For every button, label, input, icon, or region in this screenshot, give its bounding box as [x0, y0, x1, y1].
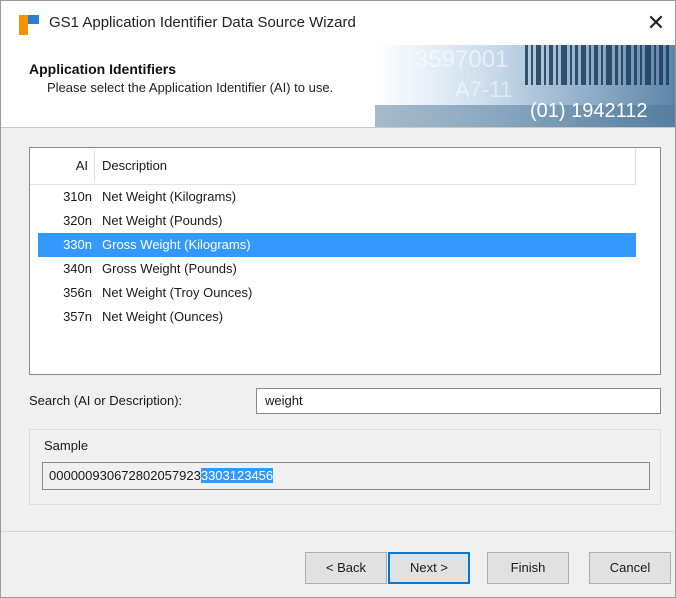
column-divider-end[interactable] [635, 148, 636, 184]
banner-number-2: A7-11 [455, 77, 512, 102]
list-item[interactable]: 356n Net Weight (Troy Ounces) [38, 281, 636, 305]
sample-field[interactable]: 0000009306728020579233303123456 [42, 462, 650, 490]
list-item-ai: 310n [63, 189, 92, 204]
page-subtitle: Please select the Application Identifier… [47, 80, 334, 95]
list-item-ai: 356n [63, 285, 92, 300]
wizard-header: 3597001 A7-11 (01) 1942112 Application I… [1, 45, 675, 128]
sample-legend: Sample [44, 438, 89, 453]
list-item[interactable]: 357n Net Weight (Ounces) [38, 305, 636, 329]
sample-value-highlighted: 3303123456 [200, 468, 274, 483]
list-item-ai: 320n [63, 213, 92, 228]
search-label: Search (AI or Description): [29, 393, 183, 408]
list-item-ai: 357n [63, 309, 92, 324]
list-item-description: Net Weight (Pounds) [102, 213, 223, 228]
list-item[interactable]: 320n Net Weight (Pounds) [38, 209, 636, 233]
column-header-description[interactable]: Description [102, 158, 167, 173]
back-button[interactable]: < Back [305, 552, 387, 584]
finish-button[interactable]: Finish [487, 552, 569, 584]
list-item-ai: 330n [63, 237, 92, 252]
footer-divider [1, 531, 675, 532]
barcode-banner-image: 3597001 A7-11 (01) 1942112 [375, 45, 675, 127]
list-item-ai: 340n [63, 261, 92, 276]
list-item[interactable]: 310n Net Weight (Kilograms) [38, 185, 636, 209]
list-item[interactable]: 340n Gross Weight (Pounds) [38, 257, 636, 281]
column-divider[interactable] [94, 150, 95, 182]
list-item-description: Net Weight (Ounces) [102, 309, 224, 324]
ai-list[interactable]: AI Description 310n Net Weight (Kilogram… [29, 147, 661, 375]
column-header-ai[interactable]: AI [30, 158, 88, 173]
app-icon [19, 15, 39, 35]
banner-number-3: (01) 1942112 [530, 100, 648, 122]
list-item-description: Gross Weight (Pounds) [102, 261, 237, 276]
wizard-window: GS1 Application Identifier Data Source W… [0, 0, 676, 598]
banner-number-1: 3597001 [415, 46, 508, 73]
list-item-selected[interactable]: 330n Gross Weight (Kilograms) [38, 233, 636, 257]
list-item-description: Net Weight (Troy Ounces) [102, 285, 253, 300]
sample-group: Sample 0000009306728020579233303123456 [29, 429, 661, 505]
title-bar[interactable]: GS1 Application Identifier Data Source W… [1, 1, 675, 45]
list-header: AI Description [30, 148, 636, 185]
next-button[interactable]: Next > [388, 552, 470, 584]
search-input[interactable]: weight [256, 388, 661, 414]
cancel-button[interactable]: Cancel [589, 552, 671, 584]
close-button[interactable]: ✕ [641, 9, 671, 37]
window-title: GS1 Application Identifier Data Source W… [49, 14, 356, 31]
page-title: Application Identifiers [29, 61, 177, 77]
list-item-description: Gross Weight (Kilograms) [102, 237, 251, 252]
sample-value-prefix: 000000930672802057923 [49, 468, 201, 483]
list-item-description: Net Weight (Kilograms) [102, 189, 237, 204]
